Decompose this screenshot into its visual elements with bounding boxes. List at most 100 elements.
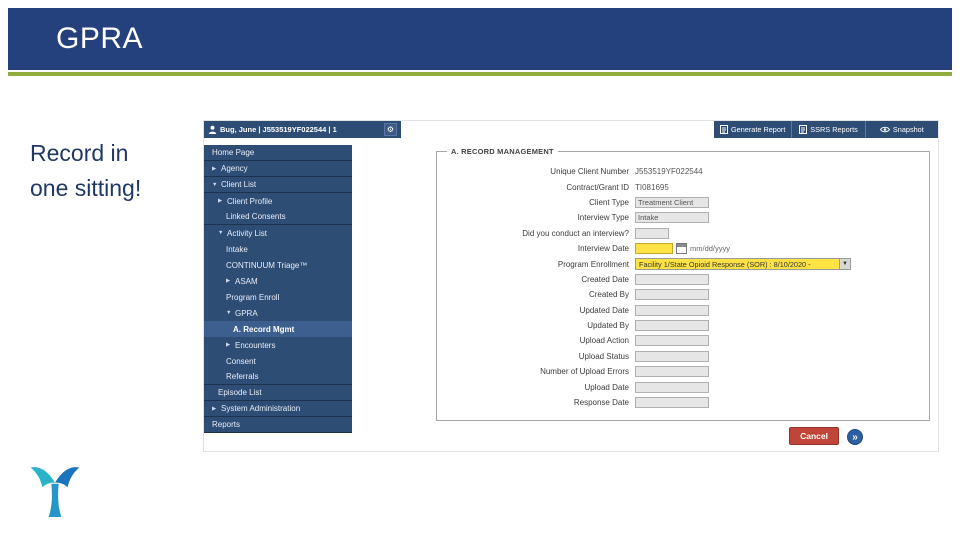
sidebar-item-intake[interactable]: Intake [204, 241, 352, 257]
field-row-interview-type: Interview Type Intake ▼ [437, 210, 929, 225]
sidebar-item-label: Intake [226, 244, 248, 254]
caption-line-2: one sitting! [30, 174, 142, 201]
generate-report-link[interactable]: Generate Report [714, 121, 791, 138]
sidebar-item-client-profile[interactable]: ▶ Client Profile [204, 193, 352, 209]
client-type-input[interactable]: Treatment Client [635, 196, 709, 208]
sidebar-item-label: Client List [221, 180, 257, 189]
sidebar-item-label: Consent [226, 356, 256, 366]
field-row-created-date: Created Date ▼ [437, 272, 929, 287]
sidebar-item-agency[interactable]: ▶ Agency [204, 161, 352, 177]
sidebar-item-label: Referrals [226, 372, 259, 381]
sidebar-item-reports[interactable]: Reports [204, 417, 352, 433]
field-label: Did you conduct an interview? [522, 228, 629, 238]
ssrs-reports-link[interactable]: SSRS Reports [791, 121, 864, 138]
gear-icon[interactable]: ⚙ [384, 123, 397, 136]
number-of-upload-errors-input[interactable] [635, 366, 709, 378]
accent-divider [8, 72, 952, 76]
sidebar-item-client-list[interactable]: ▼ Client List [204, 177, 352, 193]
company-logo [28, 460, 82, 525]
upload-action-input[interactable] [635, 335, 709, 347]
response-date-input[interactable] [635, 397, 709, 409]
forward-button[interactable]: » [847, 429, 863, 445]
calendar-icon[interactable] [676, 243, 687, 255]
updated-by-input[interactable] [635, 320, 709, 332]
field-row-client-type: Client Type Treatment Client ▼ [437, 195, 929, 210]
interview-date-input[interactable] [635, 243, 673, 255]
topbar-links: Generate Report SSRS Reports Snapshot [714, 121, 938, 138]
sidebar-item-consent[interactable]: Consent [204, 353, 352, 369]
field-label: Client Type [589, 197, 629, 207]
sidebar-item-program-enroll[interactable]: Program Enroll [204, 289, 352, 305]
sidebar-item-label: Activity List [227, 228, 268, 238]
record-management-fieldset: A. RECORD MANAGEMENT Unique Client Numbe… [436, 147, 930, 421]
cancel-button[interactable]: Cancel [789, 427, 839, 445]
field-row-program-enrollment: Program Enrollment Facility 1/State Opio… [437, 256, 929, 271]
field-static-value: J553519YF022544 [635, 167, 703, 177]
slide: GPRA Record in one sitting! Bug, June | … [0, 0, 960, 540]
fieldset-legend: A. RECORD MANAGEMENT [447, 147, 558, 156]
field-row-upload-status: Upload Status ▼ [437, 349, 929, 364]
tree-arrow-icon: ▼ [212, 181, 218, 188]
caption-line-1: Record in [30, 140, 129, 166]
sidebar-item-a-record-mgmt[interactable]: A. Record Mgmt [204, 321, 352, 337]
snapshot-link[interactable]: Snapshot [864, 121, 938, 138]
tree-arrow-icon: ▶ [212, 405, 217, 412]
field-label: Upload Date [584, 382, 629, 392]
user-icon [208, 125, 217, 134]
sidebar-item-asam[interactable]: ▶ ASAM [204, 273, 352, 289]
slide-header: GPRA [8, 8, 952, 70]
sidebar-item-episode-list[interactable]: Episode List [204, 385, 352, 401]
sidebar-item-label: ASAM [235, 276, 258, 286]
user-context-text: Bug, June | J553519YF022544 | 1 [220, 125, 337, 134]
sidebar-menu: Home Page ▶ Agency ▼ Client List ▶ Clien… [204, 145, 352, 433]
field-row-updated-by: Updated By ▼ [437, 318, 929, 333]
sidebar-item-continuum-triage[interactable]: CONTINUUM Triage™ [204, 257, 352, 273]
field-label: Updated Date [579, 305, 629, 315]
date-format-hint: mm/dd/yyyy [690, 244, 731, 254]
field-row-did-you-conduct-an-interview: Did you conduct an interview? ▼ [437, 226, 929, 241]
field-label: Unique Client Number [550, 167, 629, 177]
field-row-number-of-upload-errors: Number of Upload Errors ▼ [437, 364, 929, 379]
sidebar-item-label: Agency [221, 164, 248, 173]
sidebar-item-system-administration[interactable]: ▶ System Administration [204, 401, 352, 417]
sidebar-item-activity-list[interactable]: ▼ Activity List [204, 225, 352, 241]
sidebar-item-referrals[interactable]: Referrals [204, 369, 352, 385]
created-by-input[interactable] [635, 289, 709, 301]
sidebar-item-label: System Administration [221, 404, 301, 413]
sidebar-item-label: Reports [212, 420, 241, 429]
sidebar-item-encounters[interactable]: ▶ Encounters [204, 337, 352, 353]
sidebar-item-label: Linked Consents [226, 212, 286, 221]
app-screenshot: Bug, June | J553519YF022544 | 1 ⚙ Genera… [203, 120, 939, 452]
sidebar-item-gpra[interactable]: ▼ GPRA [204, 305, 352, 321]
form-rows: Unique Client Number J553519YF022544 ▼ C… [437, 152, 929, 410]
tree-arrow-icon: ▼ [226, 310, 232, 316]
sidebar-item-label: A. Record Mgmt [233, 324, 295, 334]
sidebar-item-label: Program Enroll [226, 292, 280, 302]
dropdown-arrow-icon: ▼ [839, 259, 850, 270]
updated-date-input[interactable] [635, 304, 709, 316]
tree-arrow-icon: ▶ [218, 198, 223, 204]
sidebar-item-label: Encounters [235, 340, 276, 350]
field-label: Updated By [587, 321, 629, 331]
field-label: Response Date [573, 398, 629, 408]
report-icon [799, 125, 808, 134]
upload-date-input[interactable] [635, 381, 709, 393]
eye-icon [879, 126, 890, 133]
field-static-value: TI081695 [635, 182, 669, 192]
field-row-upload-action: Upload Action ▼ [437, 333, 929, 348]
sidebar-item-home-page[interactable]: Home Page [204, 145, 352, 161]
field-row-upload-date: Upload Date ▼ [437, 379, 929, 394]
field-row-interview-date: Interview Date mm/dd/yyyy ▼ [437, 241, 929, 256]
field-label: Number of Upload Errors [540, 367, 629, 377]
field-row-response-date: Response Date ▼ [437, 395, 929, 410]
interview-type-input[interactable]: Intake [635, 212, 709, 224]
program-enrollment-select[interactable]: Facility 1/State Opioid Response (SOR) :… [635, 258, 851, 271]
sidebar-item-label: Episode List [218, 388, 262, 397]
did-you-conduct-an-interview-input[interactable] [635, 227, 669, 239]
tree-arrow-icon: ▼ [218, 230, 224, 236]
upload-status-input[interactable] [635, 350, 709, 362]
sidebar-item-linked-consents[interactable]: Linked Consents [204, 209, 352, 225]
field-label: Interview Type [577, 213, 629, 223]
tree-arrow-icon: ▶ [212, 165, 217, 172]
created-date-input[interactable] [635, 273, 709, 285]
